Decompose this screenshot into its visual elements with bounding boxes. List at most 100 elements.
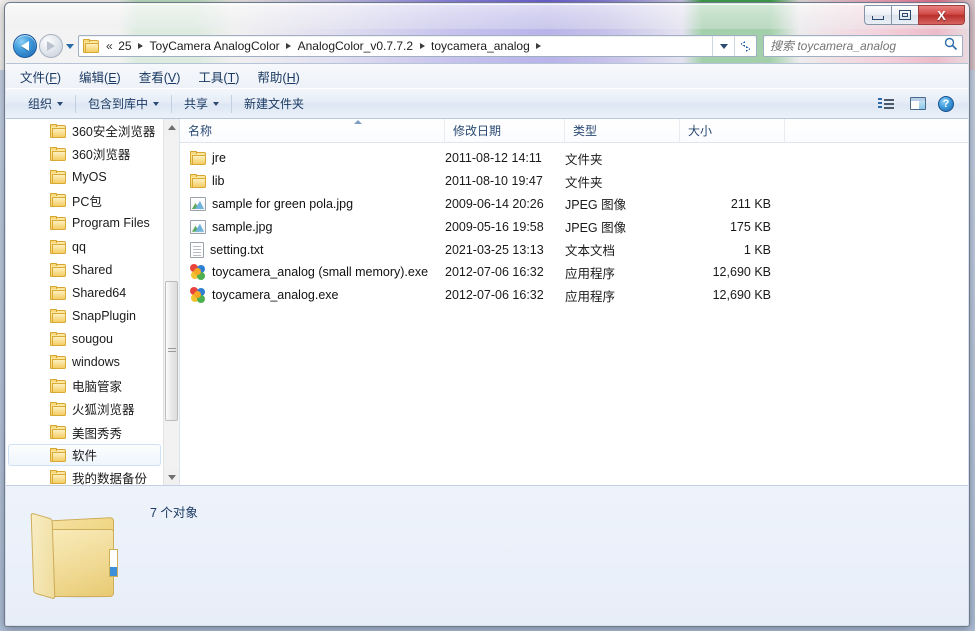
refresh-button[interactable] [734, 36, 756, 56]
breadcrumb-item-toycamera-analog[interactable]: toycamera_analog [428, 37, 533, 55]
file-size-cell: 211 KB [730, 196, 771, 211]
nav-item-label: 火狐浏览器 [72, 403, 135, 418]
column-header-name[interactable]: 名称 [180, 119, 445, 142]
help-button[interactable]: ? [932, 93, 960, 115]
file-row[interactable]: toycamera_analog (small memory).exe 2012-… [180, 261, 968, 284]
file-row[interactable]: sample.jpg 2009-05-16 19:58 JPEG 图像 175 KB [180, 215, 968, 238]
folder-icon [50, 146, 66, 161]
close-icon: X [937, 7, 946, 23]
nav-item-label: Shared64 [72, 285, 127, 300]
breadcrumb-separator-icon[interactable] [416, 43, 428, 49]
help-icon: ? [938, 95, 954, 112]
file-row[interactable]: toycamera_analog.exe 2012-07-06 16:32 应用程序… [180, 284, 968, 307]
file-name-cell: sample.jpg [180, 219, 445, 234]
nav-item[interactable]: Shared64 [6, 281, 163, 304]
file-date-cell: 2012-07-06 16:32 [445, 265, 544, 280]
preview-pane-button[interactable] [904, 94, 932, 113]
nav-item[interactable]: Shared [6, 258, 163, 281]
file-row[interactable]: setting.txt 2021-03-25 13:13 文本文档 1 KB [180, 238, 968, 261]
nav-item[interactable]: Program Files [6, 212, 163, 235]
search-icon[interactable] [944, 37, 958, 56]
search-input[interactable] [770, 39, 944, 53]
change-view-button[interactable] [872, 95, 904, 113]
organize-button[interactable]: 组织 [20, 92, 71, 115]
new-folder-button[interactable]: 新建文件夹 [236, 92, 312, 115]
column-header-blank[interactable] [785, 119, 968, 142]
back-button[interactable] [13, 34, 37, 58]
nav-item[interactable]: qq [6, 235, 163, 258]
nav-item-label: PC包 [72, 194, 102, 209]
file-type-cell: 文本文档 [565, 244, 616, 259]
menu-tools[interactable]: 工具(T) [198, 67, 239, 86]
nav-item[interactable]: 软件 [8, 443, 161, 466]
maximize-button[interactable] [891, 5, 919, 25]
column-header-type[interactable]: 类型 [565, 119, 680, 142]
address-bar[interactable]: « 25 ToyCamera AnalogColor AnalogColor_v… [78, 35, 757, 57]
column-header-size[interactable]: 大小 [680, 119, 785, 142]
file-date-cell: 2021-03-25 13:13 [445, 242, 544, 257]
nav-item[interactable]: 美图秀秀 [6, 420, 163, 443]
share-button[interactable]: 共享 [176, 92, 227, 115]
address-dropdown-icon[interactable] [712, 36, 734, 56]
file-row[interactable]: jre 2011-08-12 14:11 文件夹 [180, 147, 968, 170]
menu-view[interactable]: 查看(V) [139, 67, 181, 86]
file-name-cell: lib [180, 174, 445, 189]
address-folder-icon [83, 39, 99, 53]
forward-arrow-icon [47, 41, 55, 51]
nav-item[interactable]: SnapPlugin [6, 305, 163, 328]
nav-item-label: SnapPlugin [72, 309, 136, 324]
nav-item[interactable]: windows [6, 351, 163, 374]
nav-item-label: windows [72, 355, 120, 370]
nav-item-label: qq [72, 239, 86, 254]
scroll-down-button[interactable] [164, 469, 179, 485]
nav-item[interactable]: 360安全浏览器 [6, 119, 163, 142]
menu-edit[interactable]: 编辑(E) [79, 67, 121, 86]
nav-item[interactable]: 火狐浏览器 [6, 397, 163, 420]
details-pane: 7 个对象 [6, 485, 968, 625]
close-button[interactable]: X [918, 5, 965, 25]
breadcrumb-separator-icon[interactable] [135, 43, 147, 49]
scroll-up-button[interactable] [164, 119, 179, 135]
forward-button[interactable] [39, 34, 63, 58]
column-header-date[interactable]: 修改日期 [445, 119, 565, 142]
minimize-button[interactable] [864, 5, 892, 25]
nav-item[interactable]: sougou [6, 328, 163, 351]
breadcrumb-item-25[interactable]: 25 [115, 37, 134, 55]
scrollbar-thumb[interactable] [165, 281, 178, 421]
breadcrumb-item-analogcolor-version[interactable]: AnalogColor_v0.7.7.2 [295, 37, 416, 55]
nav-item[interactable]: 我的数据备份 [6, 466, 163, 485]
nav-item[interactable]: 360浏览器 [6, 142, 163, 165]
file-type-cell: 文件夹 [565, 175, 603, 190]
breadcrumb-item-toycamera-analogcolor[interactable]: ToyCamera AnalogColor [147, 37, 283, 55]
file-type-cell: JPEG 图像 [565, 221, 627, 236]
navigation-scrollbar[interactable] [163, 119, 179, 485]
file-row[interactable]: lib 2011-08-10 19:47 文件夹 [180, 170, 968, 193]
breadcrumb-overflow[interactable]: « [103, 37, 115, 55]
nav-item-label: MyOS [72, 169, 107, 184]
maximize-icon [899, 10, 911, 20]
breadcrumb-separator-icon[interactable] [533, 43, 545, 49]
command-bar: 组织 包含到库中 共享 新建文件夹 ? [6, 88, 968, 119]
breadcrumb-separator-icon[interactable] [283, 43, 295, 49]
folder-icon [50, 285, 66, 300]
window-controls: X [864, 5, 965, 25]
scrollbar-grip-icon [167, 348, 176, 354]
menu-file[interactable]: 文件(F) [20, 67, 61, 86]
navigation-tree: 360安全浏览器 360浏览器 MyOS PC包 Program Files qq Shar… [6, 119, 163, 485]
menu-help[interactable]: 帮助(H) [257, 67, 299, 86]
nav-item[interactable]: MyOS [6, 165, 163, 188]
folder-icon [50, 169, 66, 184]
sort-ascending-icon [354, 120, 362, 124]
folder-icon [50, 262, 66, 277]
nav-item-label: 软件 [72, 449, 98, 464]
nav-item[interactable]: PC包 [6, 189, 163, 212]
nav-item[interactable]: 电脑管家 [6, 374, 163, 397]
file-name-cell: setting.txt [180, 241, 445, 258]
include-in-library-button[interactable]: 包含到库中 [80, 92, 167, 115]
address-bar-row: « 25 ToyCamera AnalogColor AnalogColor_v… [5, 29, 969, 63]
title-bar[interactable]: X [5, 3, 969, 29]
file-row[interactable]: sample for green pola.jpg 2009-06-14 20:2… [180, 193, 968, 216]
file-list: jre 2011-08-12 14:11 文件夹 lib 2011-08-10 19:4… [180, 143, 968, 485]
recent-pages-dropdown-icon[interactable] [66, 43, 74, 49]
search-box[interactable] [763, 35, 963, 57]
